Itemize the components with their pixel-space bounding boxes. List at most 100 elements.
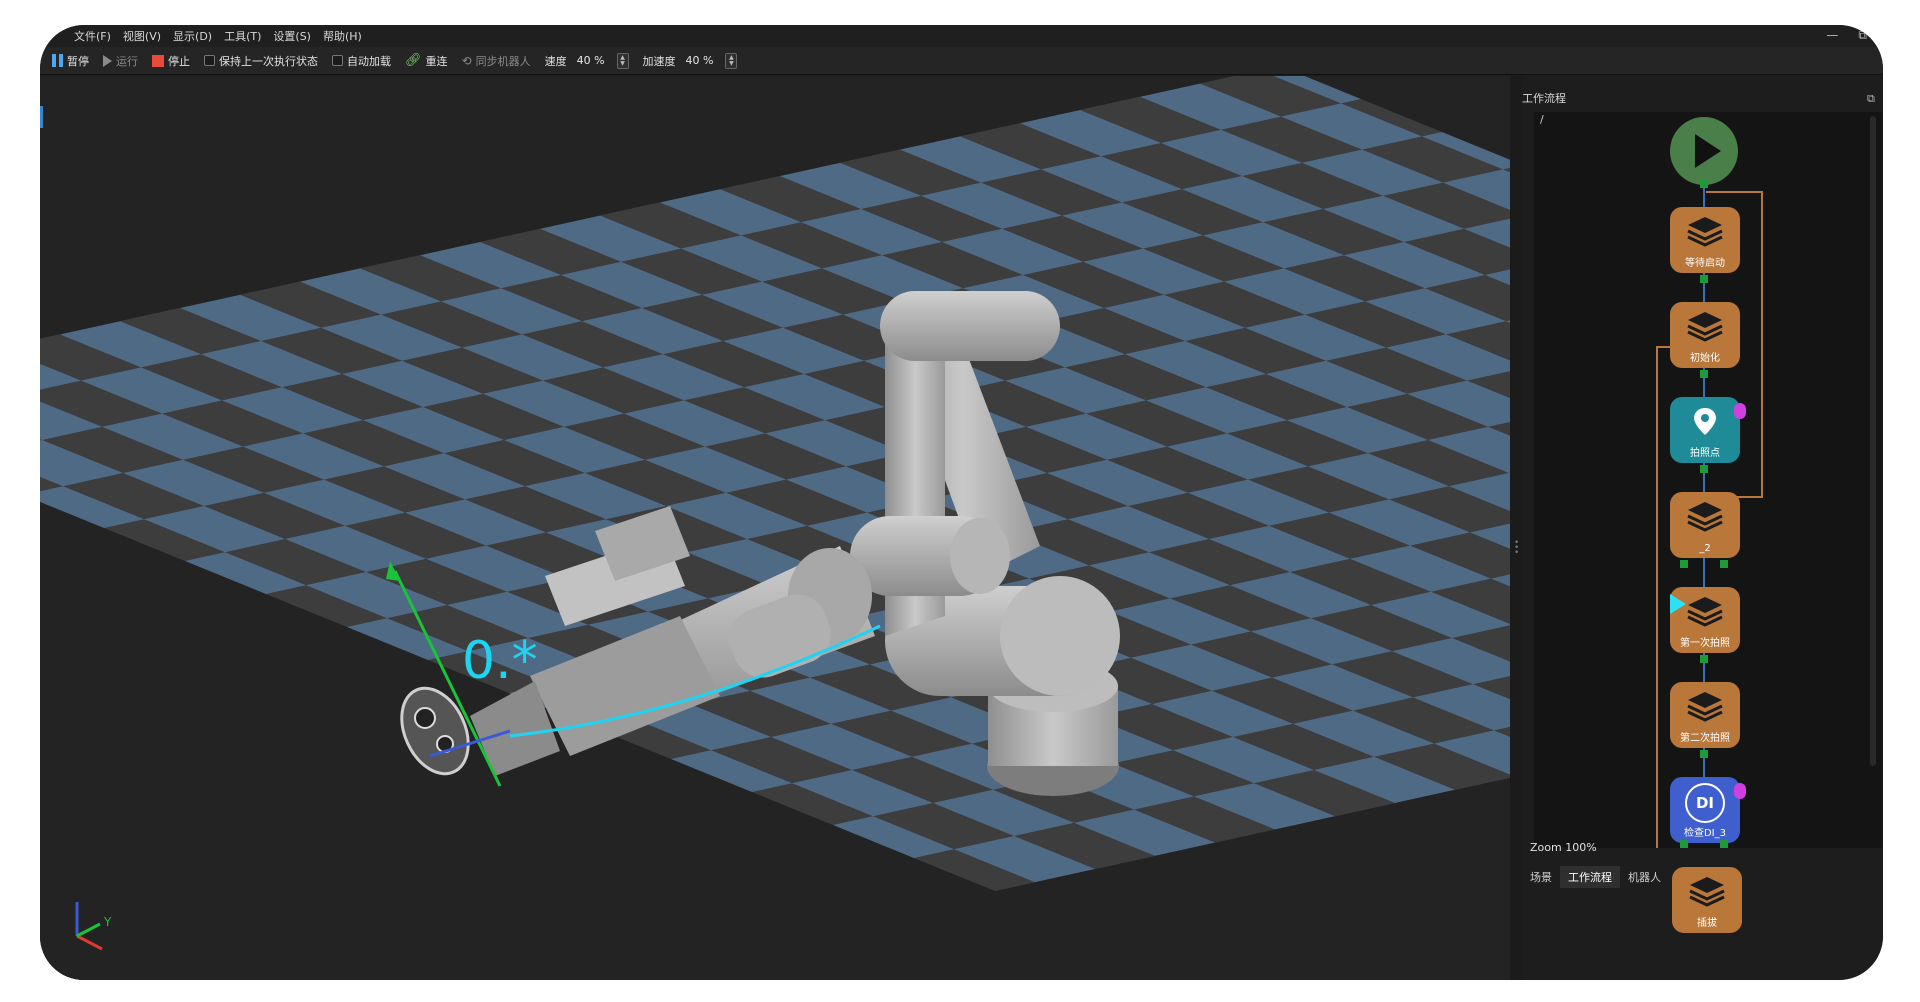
speed-control: 速度 40 % ▲ ▼ (544, 52, 629, 69)
layers-icon (1689, 877, 1725, 907)
output-port[interactable] (1720, 560, 1728, 568)
speed-label: 速度 (544, 54, 567, 68)
menu-view[interactable]: 视图(V) (117, 28, 167, 44)
node-label: 插拔 (1697, 918, 1717, 929)
node-label: 拍照点 (1690, 448, 1720, 459)
menu-bar: 文件(F) 视图(V) 显示(D) 工具(T) 设置(S) 帮助(H) — ⧉ (40, 25, 1883, 47)
app-window: 文件(F) 视图(V) 显示(D) 工具(T) 设置(S) 帮助(H) — ⧉ … (40, 25, 1883, 980)
speed-value[interactable]: 40 % (577, 54, 605, 67)
menu-display[interactable]: 显示(D) (167, 28, 218, 44)
toolbar: 暂停 运行 停止 保持上一次执行状态 自动加载 🔗︎ 重连 ⟲ 同步机器人 速度 (40, 47, 1883, 75)
panel-splitter[interactable]: • • • (1510, 76, 1522, 980)
di-icon: DI (1685, 783, 1725, 823)
auto-load-checkbox[interactable]: 自动加载 (332, 53, 391, 69)
gizmo-label-y: Y (103, 915, 112, 929)
workflow-node-2[interactable]: _2 (1670, 492, 1740, 558)
tab-robot[interactable]: 机器人 (1620, 866, 1669, 888)
node-label: 第二次拍照 (1680, 733, 1730, 744)
waypoint-icon (1694, 408, 1716, 435)
link-icon: 🔗︎ (405, 53, 422, 68)
panel-title: 工作流程 (1522, 92, 1566, 105)
sync-robot-label: 同步机器人 (475, 54, 531, 68)
menu-tools[interactable]: 工具(T) (218, 28, 267, 44)
menu-settings[interactable]: 设置(S) (267, 28, 317, 44)
scene-svg: Y (40, 76, 1510, 980)
tab-scene[interactable]: 场景 (1522, 866, 1560, 888)
pause-button[interactable]: 暂停 (52, 53, 89, 69)
run-button[interactable]: 运行 (103, 53, 138, 69)
speed-stepper[interactable]: ▲ ▼ (616, 52, 629, 69)
checkbox-icon (204, 55, 215, 66)
accel-control: 加速度 40 % ▲ ▼ (642, 52, 738, 69)
output-port[interactable] (1700, 275, 1708, 283)
robot-shoulder-cap (1000, 576, 1120, 696)
checkbox-icon (332, 55, 343, 66)
run-label: 运行 (116, 54, 138, 68)
node-label: 等待启动 (1685, 258, 1725, 269)
status-tag (1734, 403, 1746, 419)
keep-state-label: 保持上一次执行状态 (219, 54, 318, 68)
zoom-level: Zoom 100% (1530, 841, 1597, 854)
current-step-icon (1670, 594, 1686, 614)
output-port[interactable] (1700, 465, 1708, 473)
menu-items: 文件(F) 视图(V) 显示(D) 工具(T) 设置(S) 帮助(H) (68, 28, 368, 44)
pose-label: 0.* (462, 631, 538, 691)
workflow-node-init[interactable]: 初始化 (1670, 302, 1740, 368)
grip-icon: • • • (1514, 538, 1520, 558)
sync-icon: ⟲ (461, 53, 472, 68)
keep-state-checkbox[interactable]: 保持上一次执行状态 (204, 53, 318, 69)
output-port[interactable] (1700, 180, 1708, 188)
output-port[interactable] (1680, 840, 1688, 848)
layers-icon (1687, 502, 1723, 532)
output-port[interactable] (1700, 370, 1708, 378)
robot-elbow-cap (950, 518, 1010, 594)
start-node[interactable] (1670, 117, 1738, 185)
node-label: 第一次拍照 (1680, 638, 1730, 649)
menu-file[interactable]: 文件(F) (68, 28, 117, 44)
close-icon[interactable]: × (1882, 90, 1883, 103)
workflow-node-check-di[interactable]: DI 检查DI_3 (1670, 777, 1746, 843)
status-tag (1734, 783, 1746, 799)
play-icon (1695, 134, 1721, 168)
layers-icon (1687, 312, 1723, 342)
stop-button[interactable]: 停止 (152, 53, 190, 69)
restore-button[interactable]: ⧉ (1858, 28, 1867, 43)
reconnect-button[interactable]: 🔗︎ 重连 (405, 53, 448, 69)
gripper-hole (414, 707, 436, 729)
workflow-panel: 工作流程 ⧉ × / 等待 (1522, 76, 1883, 980)
sync-robot-button[interactable]: ⟲ 同步机器人 (462, 53, 531, 69)
tab-workflow[interactable]: 工作流程 (1560, 866, 1620, 888)
layers-icon (1687, 597, 1723, 627)
accel-label: 加速度 (642, 54, 676, 68)
reconnect-label: 重连 (425, 54, 448, 68)
stop-icon (152, 54, 164, 67)
workflow-node-photo-point[interactable]: 拍照点 (1670, 397, 1746, 463)
layers-icon (1687, 217, 1723, 247)
pause-icon (52, 54, 63, 67)
node-label: 初始化 (1690, 353, 1720, 364)
output-port[interactable] (1700, 750, 1708, 758)
window-controls: — ⧉ (1826, 28, 1867, 43)
workflow-node-plug-visible[interactable]: 插拔 (1672, 867, 1742, 933)
viewport-marker (40, 106, 43, 128)
accel-stepper[interactable]: ▲ ▼ (725, 52, 738, 69)
play-icon (103, 54, 112, 67)
float-icon[interactable]: ⧉ (1867, 92, 1875, 106)
pause-label: 暂停 (67, 54, 89, 68)
output-port[interactable] (1680, 560, 1688, 568)
layers-icon (1687, 692, 1723, 722)
stop-label: 停止 (168, 54, 190, 68)
workflow-node-wait-start[interactable]: 等待启动 (1670, 207, 1740, 273)
output-port[interactable] (1720, 840, 1728, 848)
workflow-node-second-photo[interactable]: 第二次拍照 (1670, 682, 1740, 748)
node-label: _2 (1699, 543, 1711, 554)
node-label: 检查DI_3 (1683, 828, 1726, 839)
workflow-canvas[interactable]: / 等待启动 初始化 拍照点 _2 第一次拍照 第二次拍照 DI 检查DI_3 (1534, 112, 1882, 848)
minimize-button[interactable]: — (1826, 28, 1838, 43)
accel-value[interactable]: 40 % (686, 54, 714, 67)
menu-help[interactable]: 帮助(H) (317, 28, 368, 44)
3d-viewport[interactable]: Y 0.* (40, 76, 1510, 980)
canvas-scrollbar[interactable] (1870, 116, 1876, 766)
output-port[interactable] (1700, 655, 1708, 663)
auto-load-label: 自动加载 (347, 54, 391, 68)
